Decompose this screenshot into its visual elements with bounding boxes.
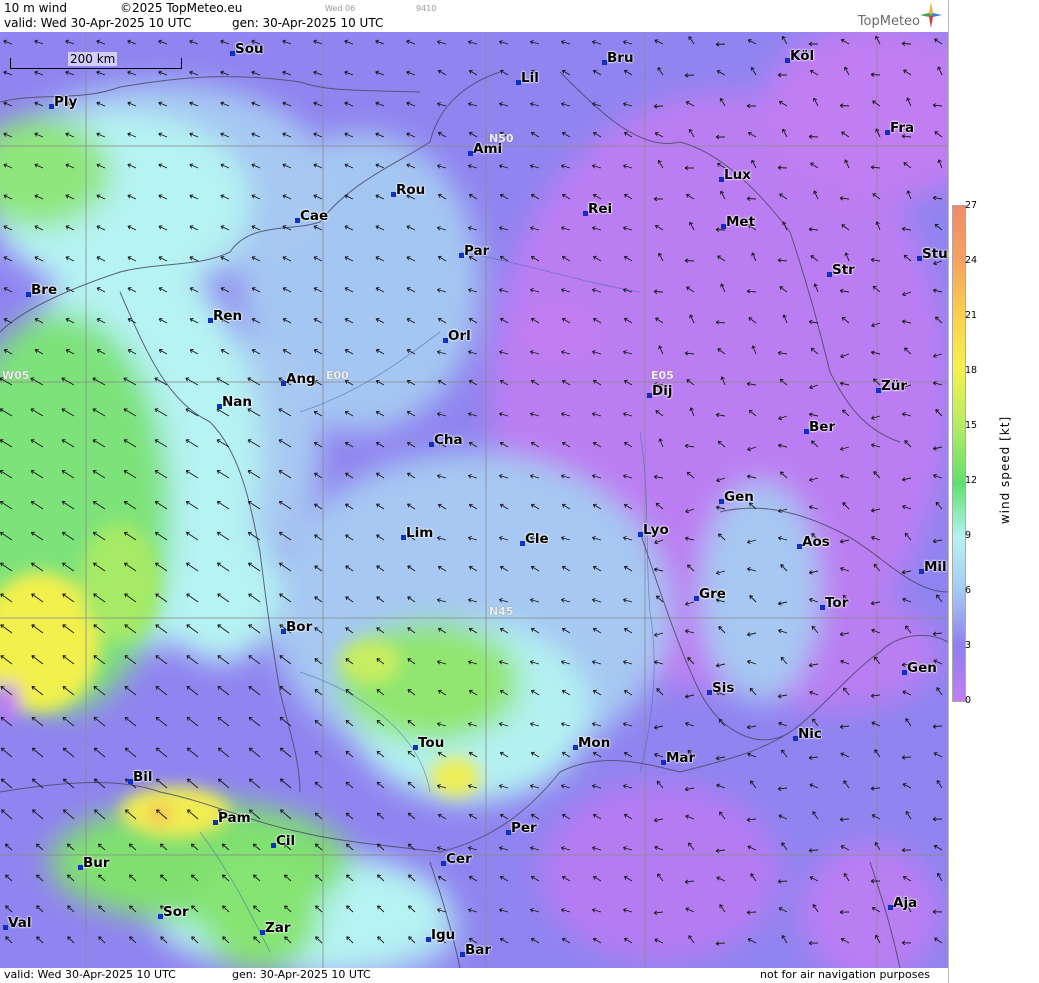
grid-label-e05: E05 <box>651 369 674 382</box>
map-header: 10 m wind ©2025 TopMeteo.eu Wed 06 9410 … <box>0 0 948 32</box>
city-label[interactable]: Ami <box>468 141 502 157</box>
city-label[interactable]: Ang <box>281 371 316 387</box>
city-label[interactable]: Gen <box>719 489 754 505</box>
grid-label-n45: N45 <box>489 605 514 618</box>
color-bar <box>952 205 966 702</box>
city-label[interactable]: Par <box>459 243 489 259</box>
legend-tick: 18 <box>965 365 978 376</box>
city-label[interactable]: Rou <box>391 182 425 198</box>
color-legend: 27 24 21 18 15 12 9 6 3 0 <box>948 0 1039 983</box>
city-label[interactable]: Bil <box>128 769 153 785</box>
city-label[interactable]: Bru <box>602 50 634 66</box>
city-label[interactable]: Cae <box>295 208 328 224</box>
city-label[interactable]: Lyo <box>638 522 669 538</box>
compass-icon <box>920 2 942 28</box>
grid-label-e00: E00 <box>326 369 349 382</box>
city-label[interactable]: Cil <box>271 833 295 849</box>
city-label[interactable]: Lux <box>719 167 751 183</box>
legend-tick: 3 <box>965 640 972 651</box>
city-label[interactable]: Bur <box>78 855 110 871</box>
city-label[interactable]: Orl <box>443 328 471 344</box>
city-label[interactable]: Sor <box>158 904 189 920</box>
city-label[interactable]: Sou <box>230 41 264 57</box>
city-label[interactable]: Pam <box>213 810 251 826</box>
city-label[interactable]: Lim <box>401 525 433 541</box>
valid-time: valid: Wed 30-Apr-2025 10 UTC <box>4 16 192 30</box>
city-label[interactable]: Gen <box>902 660 937 676</box>
city-label[interactable]: Cha <box>429 432 463 448</box>
legend-tick: 21 <box>965 310 978 321</box>
grid-label-w05: W05 <box>2 369 30 382</box>
city-label[interactable]: Str <box>827 262 855 278</box>
city-label[interactable]: Mar <box>661 750 695 766</box>
city-label[interactable]: Nic <box>793 726 822 742</box>
city-label[interactable]: Aja <box>888 895 917 911</box>
scale-label: 200 km <box>68 52 118 66</box>
city-label[interactable]: Cle <box>520 531 549 547</box>
city-label[interactable]: Ren <box>208 308 242 324</box>
topmeteo-logo: TopMeteo <box>834 2 944 30</box>
footer-generated-time: gen: 30-Apr-2025 10 UTC <box>232 968 371 981</box>
legend-tick: 24 <box>965 255 978 266</box>
city-label[interactable]: Köl <box>785 48 814 64</box>
map-footer: valid: Wed 30-Apr-2025 10 UTC gen: 30-Ap… <box>0 968 948 983</box>
brand-name: TopMeteo <box>857 14 920 29</box>
city-label[interactable]: Rei <box>583 201 612 217</box>
city-label[interactable]: Mil <box>919 559 947 575</box>
disclaimer: not for air navigation purposes <box>760 968 930 981</box>
city-label[interactable]: Gre <box>694 586 726 602</box>
city-label[interactable]: Bar <box>460 942 491 958</box>
city-label[interactable]: Bor <box>281 619 312 635</box>
city-label[interactable]: Sis <box>707 680 734 696</box>
city-label[interactable]: Val <box>3 915 31 931</box>
legend-tick: 6 <box>965 585 972 596</box>
wind-field <box>0 32 948 968</box>
run-code: 9410 <box>416 4 437 13</box>
city-label[interactable]: Met <box>721 214 755 230</box>
city-label[interactable]: Tou <box>413 735 444 751</box>
legend-tick: 12 <box>965 475 978 486</box>
legend-tick: 0 <box>965 695 972 706</box>
run-day: Wed 06 <box>325 4 356 13</box>
copyright: ©2025 TopMeteo.eu <box>120 1 243 15</box>
generated-time: gen: 30-Apr-2025 10 UTC <box>232 16 384 30</box>
product-label: 10 m wind <box>4 1 67 15</box>
legend-title: wind speed [kt] <box>998 415 1012 525</box>
legend-tick: 9 <box>965 530 972 541</box>
city-label[interactable]: Igu <box>426 927 455 943</box>
city-label[interactable]: Fra <box>885 120 914 136</box>
city-label[interactable]: Aos <box>797 534 830 550</box>
city-label[interactable]: Ply <box>49 94 77 110</box>
city-label[interactable]: Zür <box>876 378 907 394</box>
wind-map[interactable]: 200 km N50 N45 W05 E00 E05 Sou Bru Köl P… <box>0 32 948 968</box>
city-label[interactable]: Bre <box>26 282 57 298</box>
city-label[interactable]: Mon <box>573 735 610 751</box>
city-label[interactable]: Stu <box>917 246 948 262</box>
city-label[interactable]: Ber <box>804 419 835 435</box>
city-label[interactable]: Cer <box>441 851 472 867</box>
city-label[interactable]: Dij <box>647 383 672 399</box>
legend-tick: 15 <box>965 420 978 431</box>
footer-valid-time: valid: Wed 30-Apr-2025 10 UTC <box>4 968 176 981</box>
city-label[interactable]: Zar <box>260 920 291 936</box>
city-label[interactable]: Per <box>506 820 537 836</box>
legend-tick: 27 <box>965 200 978 211</box>
city-label[interactable]: Lil <box>516 70 539 86</box>
city-label[interactable]: Tor <box>820 595 848 611</box>
city-label[interactable]: Nan <box>217 394 252 410</box>
